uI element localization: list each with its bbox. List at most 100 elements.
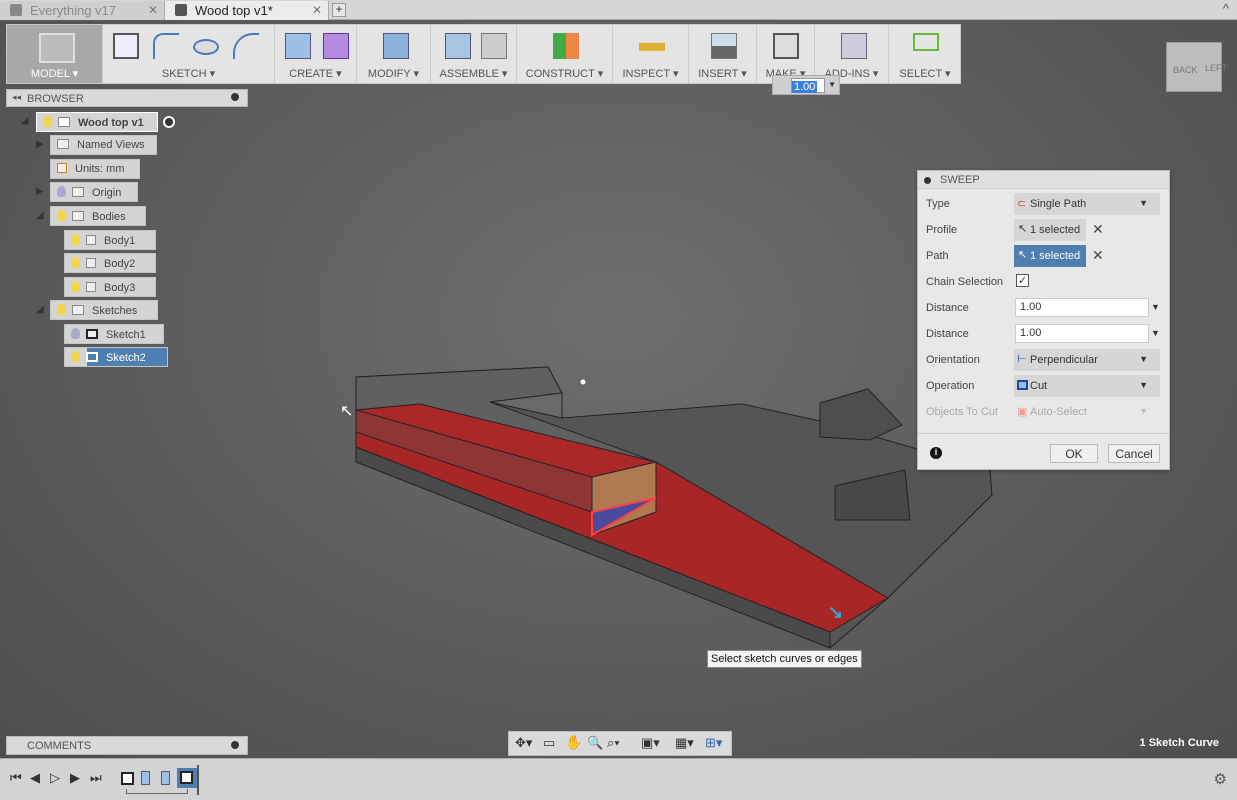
comments-panel[interactable]: COMMENTS <box>6 736 248 755</box>
tree-origin[interactable]: Origin <box>50 182 138 202</box>
insert-image-icon[interactable] <box>711 33 737 59</box>
form-icon[interactable] <box>323 33 349 59</box>
tree-named-views[interactable]: Named Views <box>50 135 157 155</box>
select-group[interactable]: SELECT ▾ <box>889 25 961 83</box>
timeline-sketch1-icon[interactable] <box>121 772 134 785</box>
spline-icon[interactable] <box>233 33 259 59</box>
tree-units[interactable]: Units: mm <box>50 159 140 179</box>
collapse-toolbar-icon[interactable]: ^ <box>1223 1 1229 16</box>
fit-icon[interactable]: ⌕▾ <box>607 735 620 751</box>
timeline-extrude1-icon[interactable] <box>141 771 150 785</box>
grid-icon[interactable]: ▦▾ <box>675 735 694 751</box>
create-group[interactable]: CREATE ▾ <box>275 25 357 83</box>
inspect-group[interactable]: INSPECT ▾ <box>613 25 689 83</box>
press-pull-icon[interactable] <box>383 33 409 59</box>
dropdown-arrow-icon[interactable]: ▼ <box>828 80 836 89</box>
workspace-switcher[interactable]: MODEL ▾ <box>7 25 103 83</box>
pin-icon[interactable] <box>231 93 239 101</box>
distance-input-2[interactable]: 1.00 <box>1015 324 1149 343</box>
path-selector[interactable]: ↖ 1 selected <box>1014 245 1086 267</box>
clear-profile-icon[interactable]: ✕ <box>1092 221 1104 238</box>
chain-selection-checkbox[interactable]: ✓ <box>1016 274 1029 287</box>
collapse-browser-icon[interactable]: ◂◂ <box>12 92 21 103</box>
new-tab-button[interactable]: + <box>332 3 346 17</box>
timeline-extrude2-icon[interactable] <box>161 771 170 785</box>
cancel-button[interactable]: Cancel <box>1108 444 1160 463</box>
sketch-group[interactable]: SKETCH ▾ <box>103 25 275 83</box>
viewports-icon[interactable]: ⊞▾ <box>705 735 722 751</box>
dropdown-arrow-icon[interactable]: ▼ <box>1151 328 1160 338</box>
timeline-sketch2-icon[interactable] <box>177 768 197 788</box>
info-icon[interactable]: i <box>930 447 942 459</box>
expand-arrow-icon[interactable]: ▶ <box>36 139 44 150</box>
dropdown-arrow-icon[interactable]: ▼ <box>1151 302 1160 312</box>
tab-everything-v17[interactable]: Everything v17 ✕ <box>0 1 165 20</box>
modify-group[interactable]: MODIFY ▾ <box>357 25 431 83</box>
tree-body1[interactable]: Body1 <box>64 230 156 250</box>
close-tab-icon[interactable]: ✕ <box>148 3 158 17</box>
expand-arrow-icon[interactable]: ▶ <box>36 186 44 197</box>
tree-body3[interactable]: Body3 <box>64 277 156 297</box>
sweep-dialog-header[interactable]: SWEEP <box>918 171 1169 189</box>
timeline-settings-gear-icon[interactable]: ⚙ <box>1214 770 1227 788</box>
play-icon[interactable]: ▶ <box>70 770 80 786</box>
select-window-icon[interactable] <box>913 33 939 51</box>
construct-group[interactable]: CONSTRUCT ▾ <box>517 25 613 83</box>
joint-icon[interactable] <box>481 33 507 59</box>
collapse-dialog-icon[interactable] <box>924 177 931 184</box>
assemble-group[interactable]: ASSEMBLE ▾ <box>431 25 517 83</box>
close-tab-icon[interactable]: ✕ <box>312 3 322 17</box>
add-comment-icon[interactable] <box>231 741 239 749</box>
tree-body2[interactable]: Body2 <box>64 253 156 273</box>
measure-icon[interactable] <box>639 43 665 51</box>
activate-radio[interactable] <box>163 116 175 128</box>
create-sketch-icon[interactable] <box>113 33 139 59</box>
extrude-icon[interactable] <box>285 33 311 59</box>
look-at-icon[interactable]: ▭ <box>543 735 555 751</box>
tree-sketch2[interactable]: Sketch2 <box>64 347 168 367</box>
3d-print-icon[interactable] <box>773 33 799 59</box>
ok-button[interactable]: OK <box>1050 444 1098 463</box>
insert-group[interactable]: INSERT ▾ <box>689 25 757 83</box>
tree-sketches[interactable]: Sketches <box>50 300 158 320</box>
browser-header[interactable]: ◂◂ BROWSER <box>6 89 248 107</box>
collapse-arrow-icon[interactable]: ◢ <box>36 304 44 315</box>
tab-wood-top-v1[interactable]: Wood top v1* ✕ <box>165 1 329 20</box>
profile-selector[interactable]: ↖ 1 selected <box>1014 219 1086 241</box>
orientation-dropdown[interactable]: ⊢ Perpendicular ▼ <box>1014 349 1160 371</box>
scripts-icon[interactable] <box>841 33 867 59</box>
visibility-bulb-icon[interactable] <box>71 328 80 339</box>
step-back-icon[interactable]: ◀ <box>30 770 40 786</box>
display-settings-icon[interactable]: ▣▾ <box>641 735 660 751</box>
zoom-icon[interactable]: 🔍 <box>587 735 603 751</box>
offset-plane-icon[interactable] <box>553 33 579 59</box>
distance-input-1[interactable]: 1.00 <box>1015 298 1149 317</box>
new-component-icon[interactable] <box>445 33 471 59</box>
clear-path-icon[interactable]: ✕ <box>1092 247 1104 264</box>
collapse-arrow-icon[interactable]: ◢ <box>21 115 29 126</box>
view-cube[interactable]: BACK LEFT <box>1166 42 1227 92</box>
floating-distance-input[interactable]: 1.00 ▼ <box>772 75 840 95</box>
tree-root[interactable]: Wood top v1 <box>36 112 158 132</box>
visibility-bulb-icon[interactable] <box>71 234 80 245</box>
play-back-icon[interactable]: ▷ <box>50 770 60 786</box>
collapse-arrow-icon[interactable]: ◢ <box>36 210 44 221</box>
pan-icon[interactable]: ✋ <box>565 734 582 751</box>
visibility-bulb-icon[interactable] <box>43 116 52 127</box>
visibility-bulb-icon[interactable] <box>71 281 80 292</box>
go-to-end-icon[interactable]: ⏭ <box>90 770 102 786</box>
visibility-bulb-icon[interactable] <box>57 210 66 221</box>
visibility-bulb-icon[interactable] <box>57 304 66 315</box>
type-dropdown[interactable]: ⊂ Single Path ▼ <box>1014 193 1160 215</box>
visibility-bulb-icon[interactable] <box>71 351 80 362</box>
operation-dropdown[interactable]: Cut ▼ <box>1014 375 1160 397</box>
visibility-bulb-icon[interactable] <box>71 257 80 268</box>
timeline-marker[interactable] <box>197 765 199 795</box>
visibility-bulb-icon[interactable] <box>57 186 66 197</box>
go-to-start-icon[interactable]: ⏮ <box>10 770 22 786</box>
tree-sketch1[interactable]: Sketch1 <box>64 324 164 344</box>
arc-icon[interactable] <box>153 33 179 59</box>
ellipse-icon[interactable] <box>193 39 219 55</box>
tree-bodies[interactable]: Bodies <box>50 206 146 226</box>
orbit-icon[interactable]: ✥▾ <box>515 735 532 751</box>
